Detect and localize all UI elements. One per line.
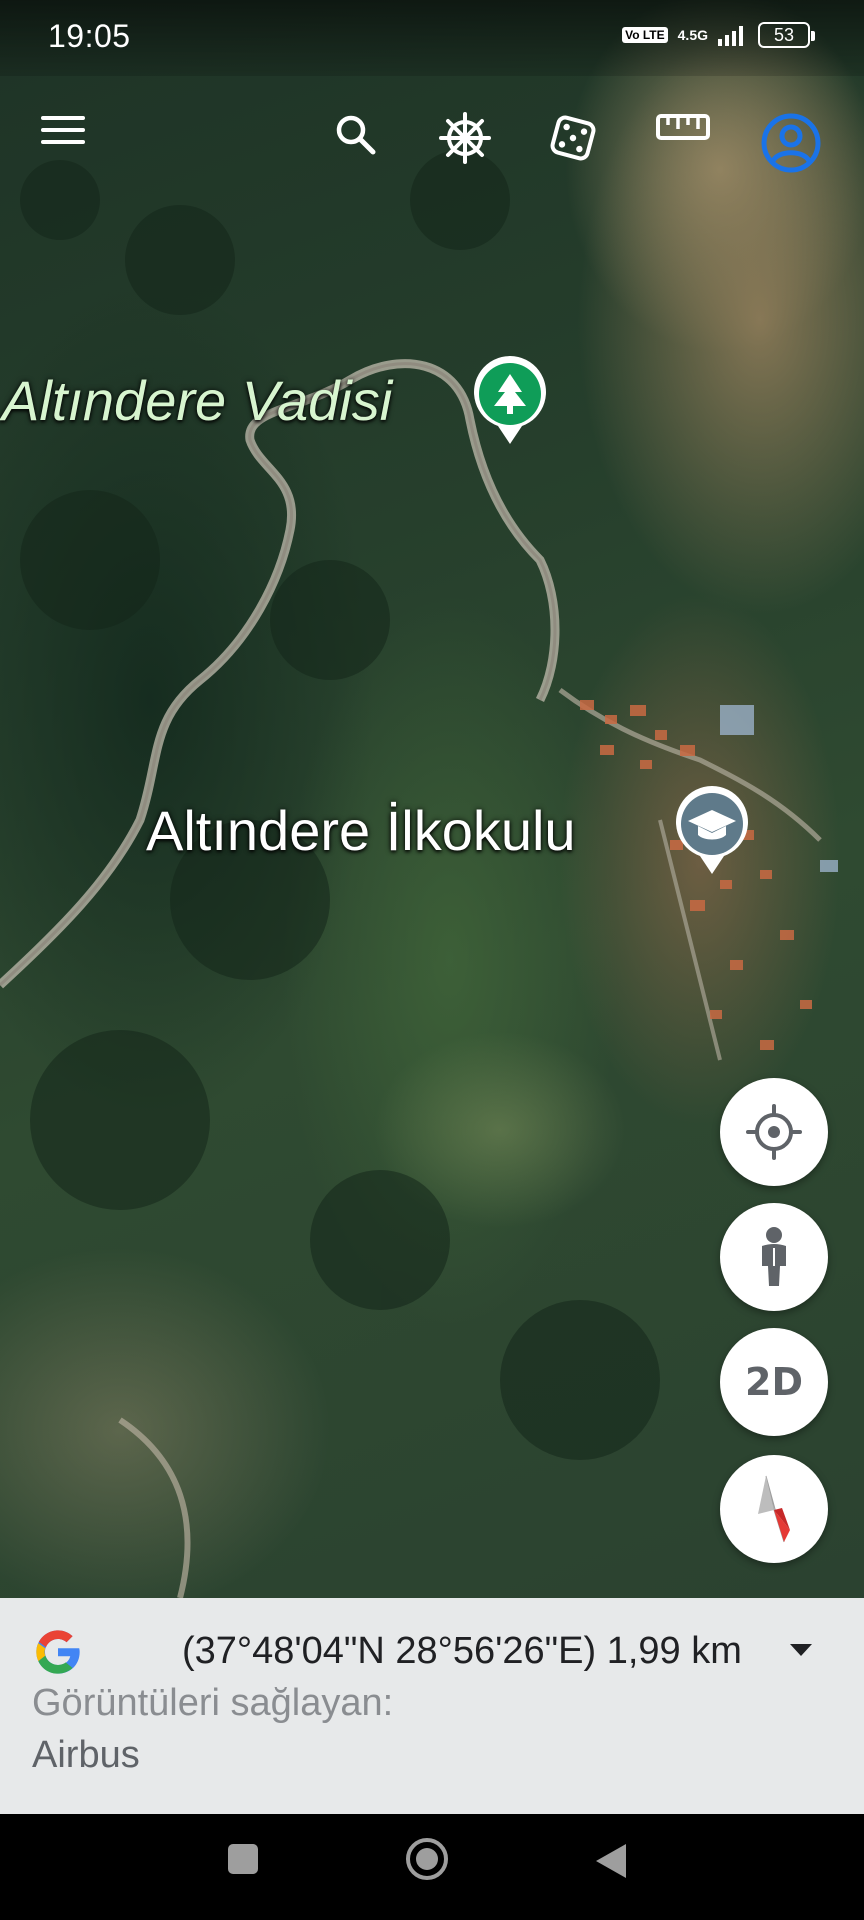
status-bar: 19:05 Vo LTE 4.5G 53 [0, 0, 864, 76]
compass-icon [758, 1475, 790, 1543]
chevron-down-icon[interactable] [788, 1642, 814, 1658]
voyager-wheel-icon [439, 112, 491, 164]
menu-button[interactable] [28, 112, 98, 148]
home-button[interactable] [404, 1836, 450, 1882]
volte-indicator: Vo LTE [622, 27, 668, 43]
voyager-button[interactable] [430, 112, 500, 164]
my-location-button[interactable] [720, 1078, 828, 1186]
place-label-valley[interactable]: Altındere Vadisi [2, 368, 392, 433]
street-view-button[interactable] [720, 1203, 828, 1311]
imagery-credit-label: Görüntüleri sağlayan: [32, 1682, 394, 1724]
status-indicators: Vo LTE 4.5G 53 [622, 22, 815, 48]
feeling-lucky-button[interactable] [538, 112, 608, 164]
search-icon [336, 115, 376, 155]
coordinates-readout[interactable]: (37°48'04"N 28°56'26"E) 1,99 km [182, 1630, 742, 1673]
place-label-school[interactable]: Altındere İlkokulu [146, 798, 576, 863]
signal-icon [718, 26, 743, 46]
measure-button[interactable] [648, 112, 718, 142]
crosshair-icon [746, 1104, 802, 1160]
recents-button[interactable] [226, 1842, 260, 1876]
system-nav-bar [0, 1814, 864, 1920]
ruler-icon [656, 114, 710, 140]
google-logo-icon [36, 1630, 80, 1674]
back-button[interactable] [594, 1842, 628, 1880]
imagery-credit-value: Airbus [32, 1734, 140, 1776]
info-panel: (37°48'04"N 28°56'26"E) 1,99 km Görüntül… [0, 1598, 864, 1814]
battery-level: 53 [773, 24, 795, 45]
view-mode-toggle[interactable]: 2D [720, 1328, 828, 1436]
dice-icon [550, 115, 596, 161]
menu-icon [41, 116, 85, 144]
school-pin[interactable] [672, 784, 752, 878]
status-time: 19:05 [48, 18, 131, 54]
view-mode-label: 2D [745, 1360, 803, 1404]
compass-button[interactable] [720, 1455, 828, 1563]
valley-pin[interactable] [470, 354, 550, 448]
account-button[interactable] [756, 112, 826, 174]
network-type: 4.5G [677, 27, 708, 43]
battery-icon: 53 [758, 22, 815, 48]
account-icon [761, 113, 821, 173]
search-button[interactable] [320, 112, 390, 156]
pegman-icon [762, 1227, 786, 1286]
